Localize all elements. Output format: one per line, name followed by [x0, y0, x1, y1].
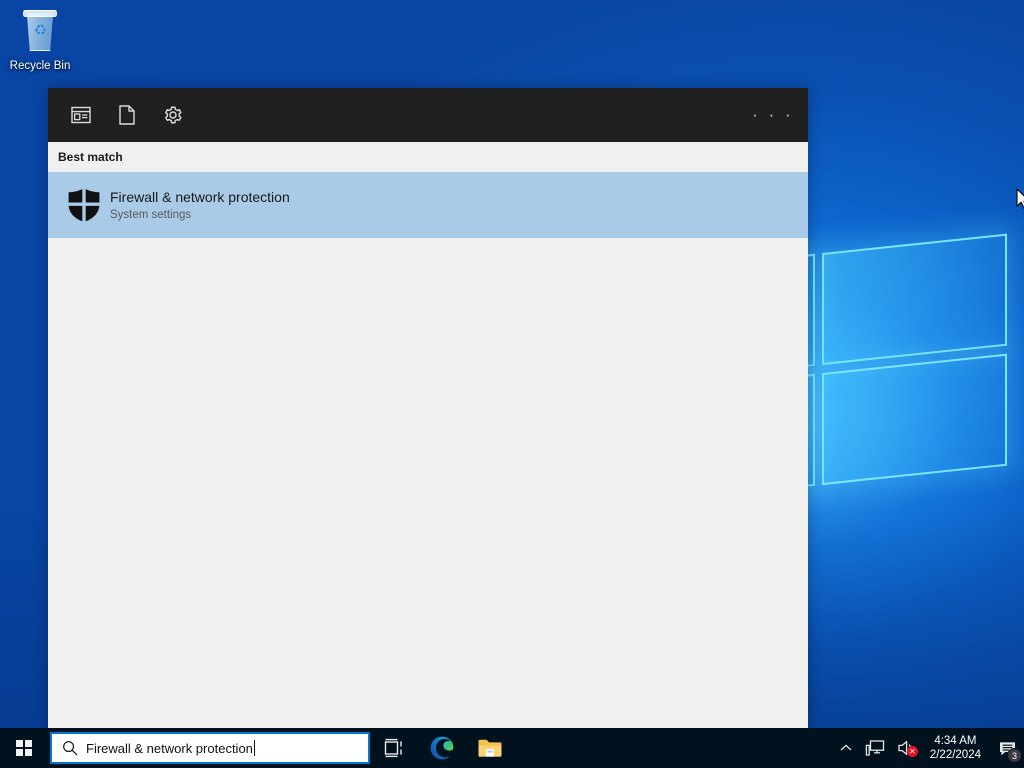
- search-icon: [62, 740, 86, 756]
- shield-icon: [58, 187, 110, 223]
- network-monitor-icon[interactable]: [859, 728, 891, 768]
- taskbar: Firewall & network protection ✕ 4:34 AM …: [0, 728, 1024, 768]
- logo-pane-top-right: [822, 233, 1007, 366]
- mouse-cursor: [1016, 188, 1024, 212]
- desktop[interactable]: ♻ Recycle Bin · · · Best match Firewall …: [0, 0, 1024, 768]
- chevron-up-icon[interactable]: [833, 728, 859, 768]
- file-explorer-button[interactable]: [466, 728, 514, 768]
- search-panel-toolbar: · · ·: [48, 88, 808, 142]
- recycle-bin-icon: ♻: [6, 8, 74, 56]
- settings-icon[interactable]: [150, 92, 196, 138]
- speaker-muted-icon[interactable]: ✕: [891, 728, 923, 768]
- notification-icon[interactable]: 3: [990, 728, 1024, 768]
- clock-date: 2/22/2024: [929, 749, 981, 761]
- start-button[interactable]: [0, 728, 48, 768]
- best-match-label: Best match: [58, 150, 123, 164]
- documents-icon[interactable]: [104, 92, 150, 138]
- mute-badge: ✕: [906, 746, 918, 757]
- windows-logo-icon: [15, 739, 33, 757]
- search-result-subtitle: System settings: [110, 208, 192, 221]
- clock[interactable]: 4:34 AM 2/22/2024: [923, 728, 990, 768]
- text-caret: [253, 740, 255, 756]
- desktop-icon-recycle-bin[interactable]: ♻ Recycle Bin: [6, 8, 74, 73]
- search-input[interactable]: Firewall & network protection: [50, 732, 370, 764]
- search-panel-body: [48, 238, 808, 729]
- system-tray: ✕ 4:34 AM 2/22/2024 3: [833, 728, 1024, 768]
- search-result-title: Firewall & network protection: [110, 188, 290, 205]
- search-result-firewall[interactable]: Firewall & network protection System set…: [48, 172, 808, 238]
- more-options-icon[interactable]: · · ·: [750, 92, 796, 138]
- search-result-text: Firewall & network protection System set…: [110, 188, 290, 223]
- notification-count-badge: 3: [1007, 748, 1022, 763]
- edge-button[interactable]: [418, 728, 466, 768]
- desktop-icon-label: Recycle Bin: [9, 60, 71, 72]
- best-match-header: Best match: [48, 142, 808, 172]
- search-input-value: Firewall & network protection: [86, 740, 253, 756]
- task-view-button[interactable]: [370, 728, 418, 768]
- all-results-icon[interactable]: [58, 92, 104, 138]
- logo-pane-bottom-right: [822, 353, 1007, 486]
- search-input-wrapper: Firewall & network protection: [86, 740, 255, 756]
- search-results-panel[interactable]: · · · Best match Firewall & network prot…: [48, 88, 808, 729]
- clock-time: 4:34 AM: [934, 735, 977, 747]
